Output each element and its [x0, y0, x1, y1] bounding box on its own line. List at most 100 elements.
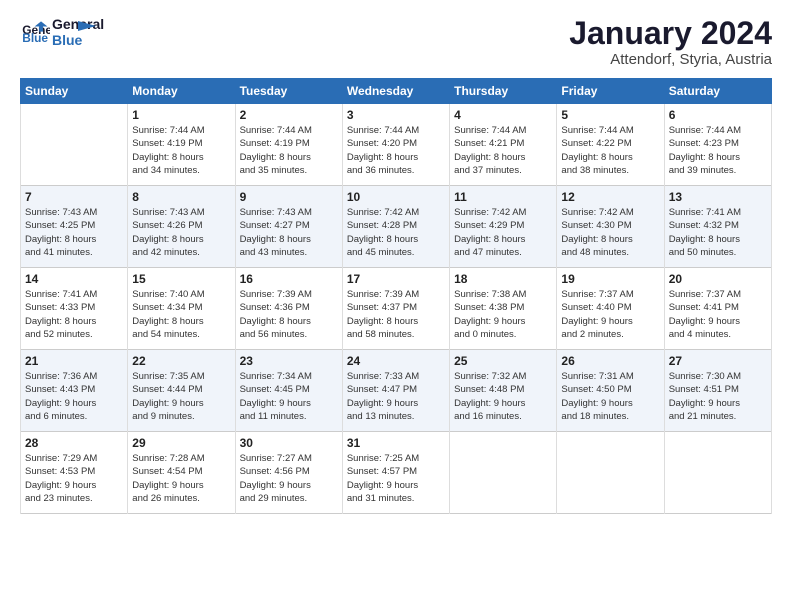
cell-week4-day5: 25 Sunrise: 7:32 AMSunset: 4:48 PMDayligh… [450, 350, 557, 432]
cell-info: Sunrise: 7:40 AMSunset: 4:34 PMDaylight:… [132, 288, 230, 341]
cell-info: Sunrise: 7:39 AMSunset: 4:36 PMDaylight:… [240, 288, 338, 341]
cell-info: Sunrise: 7:42 AMSunset: 4:30 PMDaylight:… [561, 206, 659, 259]
cell-week1-day7: 6 Sunrise: 7:44 AMSunset: 4:23 PMDaylight… [664, 104, 771, 186]
cell-info: Sunrise: 7:34 AMSunset: 4:45 PMDaylight:… [240, 370, 338, 423]
cell-info: Sunrise: 7:42 AMSunset: 4:29 PMDaylight:… [454, 206, 552, 259]
col-header-saturday: Saturday [664, 79, 771, 104]
logo: General Blue General Blue [20, 16, 96, 48]
day-number: 13 [669, 190, 767, 204]
day-number: 29 [132, 436, 230, 450]
cell-week3-day4: 17Sunrise: 7:39 AMSunset: 4:37 PMDayligh… [342, 268, 449, 350]
cell-info: Sunrise: 7:43 AMSunset: 4:27 PMDaylight:… [240, 206, 338, 259]
day-number: 31 [347, 436, 445, 450]
cell-week2-day4: 10 Sunrise: 7:42 AMSunset: 4:28 PMDayligh… [342, 186, 449, 268]
cell-week4-day6: 26 Sunrise: 7:31 AMSunset: 4:50 PMDayligh… [557, 350, 664, 432]
cell-week4-day3: 23 Sunrise: 7:34 AMSunset: 4:45 PMDayligh… [235, 350, 342, 432]
cell-week1-day4: 3Sunrise: 7:44 AMSunset: 4:20 PMDaylight… [342, 104, 449, 186]
cell-week3-day5: 18Sunrise: 7:38 AMSunset: 4:38 PMDayligh… [450, 268, 557, 350]
col-header-tuesday: Tuesday [235, 79, 342, 104]
cell-info: Sunrise: 7:38 AMSunset: 4:38 PMDaylight:… [454, 288, 552, 341]
cell-week4-day7: 27Sunrise: 7:30 AMSunset: 4:51 PMDayligh… [664, 350, 771, 432]
cell-week1-day6: 5Sunrise: 7:44 AMSunset: 4:22 PMDaylight… [557, 104, 664, 186]
day-number: 10 [347, 190, 445, 204]
cell-info: Sunrise: 7:44 AMSunset: 4:21 PMDaylight:… [454, 124, 552, 177]
cell-week5-day5 [450, 432, 557, 514]
day-number: 4 [454, 108, 552, 122]
cell-info: Sunrise: 7:42 AMSunset: 4:28 PMDaylight:… [347, 206, 445, 259]
cell-info: Sunrise: 7:27 AMSunset: 4:56 PMDaylight:… [240, 452, 338, 505]
logo-arrow-icon [78, 15, 96, 37]
cell-info: Sunrise: 7:44 AMSunset: 4:22 PMDaylight:… [561, 124, 659, 177]
cell-info: Sunrise: 7:32 AMSunset: 4:48 PMDaylight:… [454, 370, 552, 423]
cell-week2-day3: 9 Sunrise: 7:43 AMSunset: 4:27 PMDaylight… [235, 186, 342, 268]
cell-info: Sunrise: 7:41 AMSunset: 4:33 PMDaylight:… [25, 288, 123, 341]
cell-info: Sunrise: 7:35 AMSunset: 4:44 PMDaylight:… [132, 370, 230, 423]
week-row-1: 1 Sunrise: 7:44 AMSunset: 4:19 PMDaylight… [21, 104, 772, 186]
day-number: 11 [454, 190, 552, 204]
month-title: January 2024 [569, 16, 772, 51]
location: Attendorf, Styria, Austria [569, 51, 772, 68]
svg-text:Blue: Blue [22, 31, 48, 43]
day-number: 28 [25, 436, 123, 450]
logo-icon: General Blue [22, 21, 50, 43]
cell-week2-day5: 11 Sunrise: 7:42 AMSunset: 4:29 PMDayligh… [450, 186, 557, 268]
day-number: 2 [240, 108, 338, 122]
cell-info: Sunrise: 7:44 AMSunset: 4:20 PMDaylight:… [347, 124, 445, 177]
day-number: 9 [240, 190, 338, 204]
cell-week2-day1: 7 Sunrise: 7:43 AMSunset: 4:25 PMDaylight… [21, 186, 128, 268]
day-number: 25 [454, 354, 552, 368]
day-number: 7 [25, 190, 123, 204]
cell-info: Sunrise: 7:43 AMSunset: 4:26 PMDaylight:… [132, 206, 230, 259]
cell-week5-day2: 29 Sunrise: 7:28 AMSunset: 4:54 PMDayligh… [128, 432, 235, 514]
cell-info: Sunrise: 7:37 AMSunset: 4:41 PMDaylight:… [669, 288, 767, 341]
cell-info: Sunrise: 7:41 AMSunset: 4:32 PMDaylight:… [669, 206, 767, 259]
cell-week1-day2: 1 Sunrise: 7:44 AMSunset: 4:19 PMDaylight… [128, 104, 235, 186]
cell-week3-day7: 20 Sunrise: 7:37 AMSunset: 4:41 PMDayligh… [664, 268, 771, 350]
week-row-4: 21Sunrise: 7:36 AMSunset: 4:43 PMDayligh… [21, 350, 772, 432]
day-number: 24 [347, 354, 445, 368]
cell-info: Sunrise: 7:44 AMSunset: 4:19 PMDaylight:… [132, 124, 230, 177]
cell-week5-day1: 28Sunrise: 7:29 AMSunset: 4:53 PMDayligh… [21, 432, 128, 514]
cell-week4-day1: 21Sunrise: 7:36 AMSunset: 4:43 PMDayligh… [21, 350, 128, 432]
calendar-table: SundayMondayTuesdayWednesdayThursdayFrid… [20, 78, 772, 514]
cell-week1-day5: 4 Sunrise: 7:44 AMSunset: 4:21 PMDaylight… [450, 104, 557, 186]
cell-week5-day3: 30Sunrise: 7:27 AMSunset: 4:56 PMDayligh… [235, 432, 342, 514]
day-number: 23 [240, 354, 338, 368]
week-row-5: 28Sunrise: 7:29 AMSunset: 4:53 PMDayligh… [21, 432, 772, 514]
cell-week1-day3: 2Sunrise: 7:44 AMSunset: 4:19 PMDaylight… [235, 104, 342, 186]
cell-week5-day4: 31 Sunrise: 7:25 AMSunset: 4:57 PMDayligh… [342, 432, 449, 514]
cell-info: Sunrise: 7:33 AMSunset: 4:47 PMDaylight:… [347, 370, 445, 423]
day-number: 21 [25, 354, 123, 368]
week-row-2: 7 Sunrise: 7:43 AMSunset: 4:25 PMDaylight… [21, 186, 772, 268]
cell-week4-day2: 22Sunrise: 7:35 AMSunset: 4:44 PMDayligh… [128, 350, 235, 432]
cell-week5-day6 [557, 432, 664, 514]
day-number: 15 [132, 272, 230, 286]
cell-info: Sunrise: 7:28 AMSunset: 4:54 PMDaylight:… [132, 452, 230, 505]
cell-week3-day2: 15 Sunrise: 7:40 AMSunset: 4:34 PMDayligh… [128, 268, 235, 350]
day-number: 14 [25, 272, 123, 286]
cell-info: Sunrise: 7:44 AMSunset: 4:23 PMDaylight:… [669, 124, 767, 177]
header-row: SundayMondayTuesdayWednesdayThursdayFrid… [21, 79, 772, 104]
day-number: 20 [669, 272, 767, 286]
col-header-wednesday: Wednesday [342, 79, 449, 104]
cell-week5-day7 [664, 432, 771, 514]
day-number: 1 [132, 108, 230, 122]
cell-info: Sunrise: 7:43 AMSunset: 4:25 PMDaylight:… [25, 206, 123, 259]
col-header-monday: Monday [128, 79, 235, 104]
cell-info: Sunrise: 7:37 AMSunset: 4:40 PMDaylight:… [561, 288, 659, 341]
day-number: 6 [669, 108, 767, 122]
cell-week2-day7: 13 Sunrise: 7:41 AMSunset: 4:32 PMDayligh… [664, 186, 771, 268]
header: General Blue General Blue January 2024 A… [20, 16, 772, 68]
title-area: January 2024 Attendorf, Styria, Austria [569, 16, 772, 68]
cell-week3-day6: 19Sunrise: 7:37 AMSunset: 4:40 PMDayligh… [557, 268, 664, 350]
day-number: 17 [347, 272, 445, 286]
col-header-thursday: Thursday [450, 79, 557, 104]
cell-info: Sunrise: 7:25 AMSunset: 4:57 PMDaylight:… [347, 452, 445, 505]
col-header-friday: Friday [557, 79, 664, 104]
day-number: 27 [669, 354, 767, 368]
day-number: 26 [561, 354, 659, 368]
col-header-sunday: Sunday [21, 79, 128, 104]
cell-info: Sunrise: 7:31 AMSunset: 4:50 PMDaylight:… [561, 370, 659, 423]
cell-week2-day6: 12Sunrise: 7:42 AMSunset: 4:30 PMDayligh… [557, 186, 664, 268]
week-row-3: 14 Sunrise: 7:41 AMSunset: 4:33 PMDayligh… [21, 268, 772, 350]
